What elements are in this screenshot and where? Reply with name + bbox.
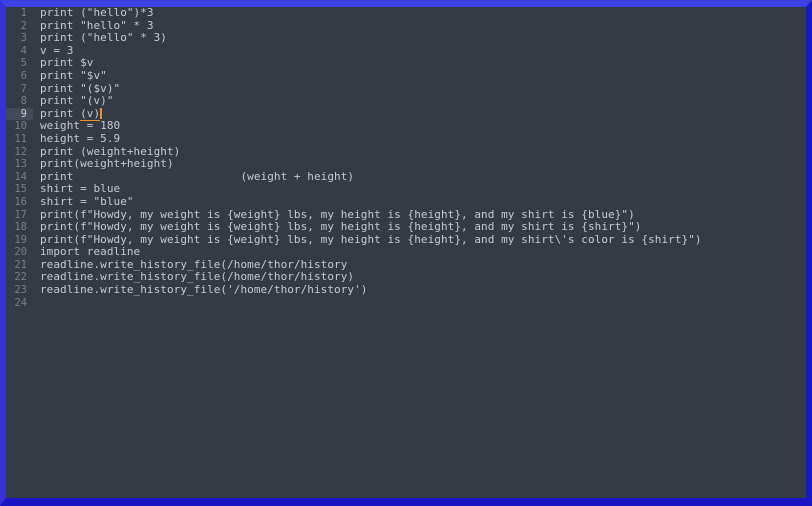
line-number: 6 <box>20 69 27 82</box>
code-token: print <box>40 106 81 120</box>
line-number: 4 <box>20 44 27 57</box>
code-line[interactable]: 16 shirt = "blue" <box>6 195 806 209</box>
code-line[interactable]: 1 print ("hello")*3 <box>6 7 806 20</box>
code-line-text[interactable]: import readline <box>33 246 806 259</box>
code-line[interactable]: 20 import readline <box>6 246 806 259</box>
code-line[interactable]: 10 weight = 180 <box>6 120 806 133</box>
code-line[interactable]: 7 print "($v)" <box>6 82 806 96</box>
line-number: 14 <box>14 170 27 183</box>
line-number: 15 <box>14 183 27 196</box>
code-line-text[interactable]: print(f"Howdy, my weight is {weight} lbs… <box>33 220 806 234</box>
line-number: 1 <box>20 7 27 19</box>
line-number: 7 <box>20 82 27 95</box>
code-line[interactable]: 18 print(f"Howdy, my weight is {weight} l… <box>6 220 806 234</box>
code-line-text[interactable]: print ("hello")*3 <box>33 7 806 20</box>
line-number: 22 <box>14 271 27 284</box>
code-line-text[interactable]: print "$v" <box>33 69 806 83</box>
line-number: 8 <box>20 95 27 108</box>
line-number: 16 <box>14 195 27 208</box>
code-line-text[interactable]: v = 3 <box>33 44 806 58</box>
code-line[interactable]: 6 print "$v" <box>6 69 806 83</box>
code-line[interactable]: 5 print $v <box>6 57 806 70</box>
code-line[interactable]: 24 <box>6 297 806 310</box>
line-number: 12 <box>14 145 27 158</box>
code-line-text[interactable]: print $v <box>33 57 806 70</box>
code-line-text[interactable]: print(weight+height) <box>33 158 806 171</box>
code-line-text[interactable]: print "(v)" <box>33 95 806 108</box>
editor-window: 1 print ("hello")*3 2 print "hello" * 3 3 pri… <box>0 0 812 506</box>
code-line[interactable]: 14 print (weight + height) <box>6 170 806 184</box>
line-number: 10 <box>14 120 27 133</box>
code-line[interactable]: 9 print (v) <box>6 106 806 121</box>
line-number: 3 <box>20 32 27 45</box>
code-editor-surface[interactable]: 1 print ("hello")*3 2 print "hello" * 3 3 pri… <box>6 7 806 498</box>
line-number: 24 <box>14 296 27 309</box>
code-line-text[interactable]: shirt = blue <box>33 183 806 196</box>
line-number: 13 <box>14 158 27 171</box>
code-line-text[interactable]: print "($v)" <box>33 82 806 96</box>
code-line-text[interactable]: weight = 180 <box>33 120 806 133</box>
line-number: 21 <box>14 258 27 271</box>
line-number: 20 <box>14 246 27 259</box>
line-number: 11 <box>14 132 27 145</box>
code-line[interactable]: 4 v = 3 <box>6 44 806 58</box>
code-line-text[interactable]: print (weight + height) <box>33 170 806 184</box>
line-number: 18 <box>14 221 27 234</box>
code-line-text[interactable]: print (v) <box>33 106 806 121</box>
line-number: 9 <box>6 107 33 121</box>
code-line[interactable]: 8 print "(v)" <box>6 95 806 108</box>
text-cursor <box>100 107 103 119</box>
code-line[interactable]: 13 print(weight+height) <box>6 158 806 171</box>
code-line-text[interactable]: height = 5.9 <box>33 132 806 146</box>
line-number: 17 <box>14 208 27 221</box>
line-number: 19 <box>14 233 27 246</box>
code-line-text[interactable]: print(f"Howdy, my weight is {weight} lbs… <box>33 233 806 247</box>
line-number: 5 <box>20 57 27 70</box>
line-number: 2 <box>20 19 27 32</box>
code-line[interactable]: 11 height = 5.9 <box>6 132 806 146</box>
code-line[interactable]: 3 print ("hello" * 3) <box>6 32 806 45</box>
code-line[interactable]: 23 readline.write_history_file('/home/tho… <box>6 283 806 297</box>
code-line-text[interactable]: readline.write_history_file('/home/thor/… <box>33 283 806 297</box>
code-line-text[interactable]: print ("hello" * 3) <box>33 32 806 45</box>
line-number: 23 <box>14 284 27 297</box>
code-line-text[interactable]: shirt = "blue" <box>33 195 806 209</box>
